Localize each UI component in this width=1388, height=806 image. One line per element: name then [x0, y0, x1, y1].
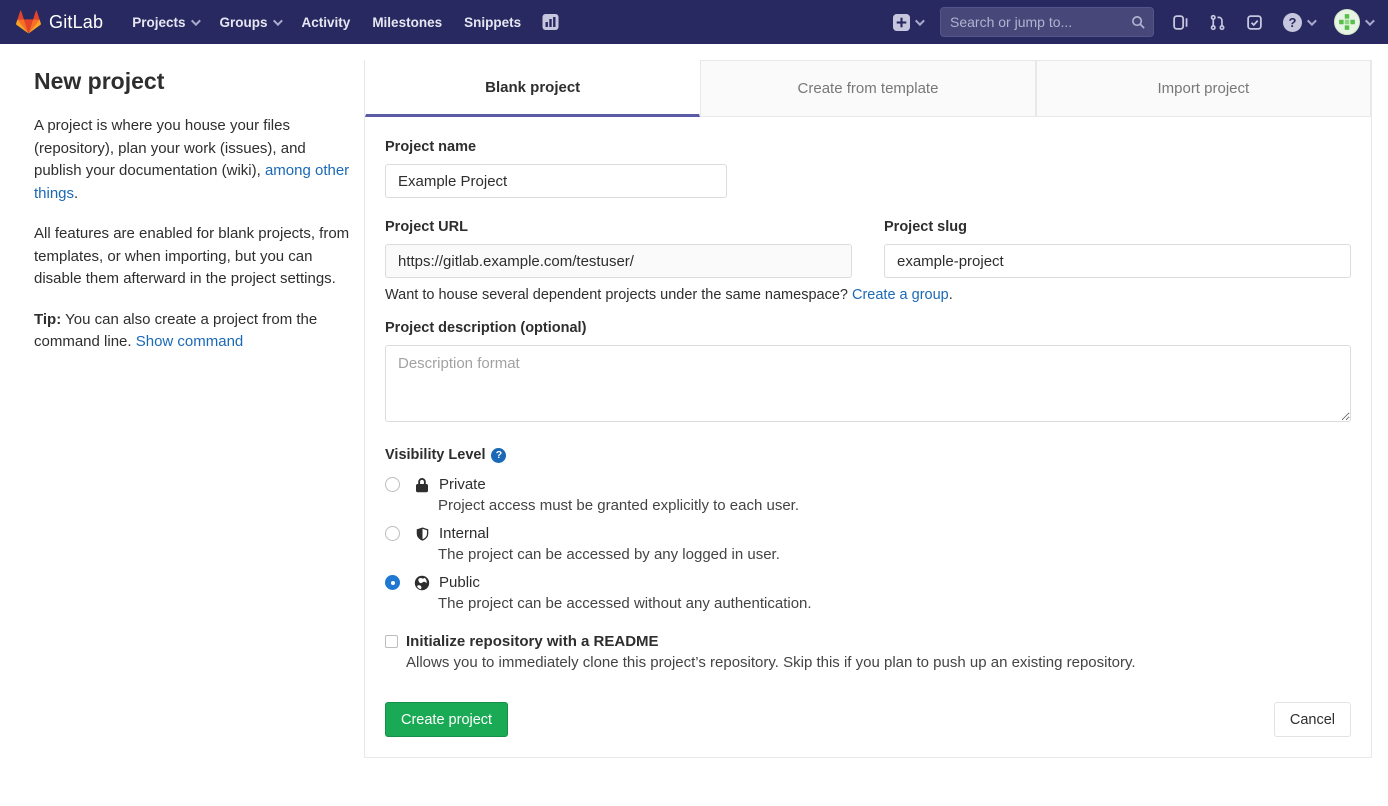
visibility-level-header: Visibility Level ? — [385, 447, 1351, 463]
issues-button[interactable] — [1162, 0, 1199, 44]
blank-project-form: Project name Project URL Project slug Wa… — [365, 117, 1371, 757]
visibility-option-desc: The project can be accessed without any … — [438, 595, 1351, 612]
chevron-down-icon — [272, 16, 282, 26]
nav-item-snippets[interactable]: Snippets — [453, 0, 532, 44]
todos-button[interactable] — [1236, 0, 1273, 44]
navbar-right: ? — [883, 0, 1372, 44]
visibility-option-public: Public The project can be accessed witho… — [385, 574, 1351, 612]
sidebar-tip: Tip: You can also create a project from … — [34, 309, 354, 354]
radio-internal[interactable] — [385, 526, 400, 541]
help-icon: ? — [1283, 13, 1302, 32]
visibility-help-icon[interactable]: ? — [491, 448, 506, 463]
user-menu-button[interactable] — [1324, 0, 1372, 44]
nav-item-label: Milestones — [372, 15, 442, 30]
todo-check-icon — [1246, 14, 1263, 31]
visibility-option-internal: Internal The project can be accessed by … — [385, 525, 1351, 563]
top-navbar: GitLab Projects Groups Activity Mileston… — [0, 0, 1388, 44]
nav-item-milestones[interactable]: Milestones — [361, 0, 453, 44]
visibility-option-desc: Project access must be granted explicitl… — [438, 497, 1351, 514]
readme-label: Initialize repository with a README — [406, 633, 659, 650]
hint-suffix: . — [949, 287, 953, 303]
namespace-hint: Want to house several dependent projects… — [385, 287, 1351, 303]
chevron-down-icon — [1307, 16, 1317, 26]
chevron-down-icon — [190, 16, 200, 26]
shield-icon — [414, 526, 430, 542]
navbar-left: GitLab Projects Groups Activity Mileston… — [16, 0, 569, 44]
chevron-down-icon — [1365, 16, 1375, 26]
url-slug-row: Project URL Project slug — [385, 219, 1351, 278]
tab-create-from-template[interactable]: Create from template — [700, 60, 1035, 117]
sidebar-paragraph-2: All features are enabled for blank proje… — [34, 223, 354, 291]
readme-checkbox[interactable] — [385, 635, 398, 648]
avatar — [1334, 9, 1360, 35]
project-slug-group: Project slug — [884, 219, 1351, 278]
readme-section: Initialize repository with a README Allo… — [385, 633, 1351, 671]
form-actions: Create project Cancel — [385, 702, 1351, 737]
cancel-button[interactable]: Cancel — [1274, 702, 1351, 737]
readme-desc: Allows you to immediately clone this pro… — [406, 654, 1351, 671]
visibility-public-radio-row[interactable]: Public — [385, 574, 1351, 591]
visibility-option-name: Internal — [439, 525, 489, 542]
tab-blank-project[interactable]: Blank project — [365, 60, 700, 117]
visibility-option-private: Private Project access must be granted e… — [385, 476, 1351, 514]
tab-import-project[interactable]: Import project — [1036, 60, 1371, 117]
project-url-group: Project URL — [385, 219, 852, 278]
project-slug-input[interactable] — [884, 244, 1351, 278]
radio-private[interactable] — [385, 477, 400, 492]
page-content: New project A project is where you house… — [0, 44, 1388, 758]
visibility-option-name: Public — [439, 574, 480, 591]
project-url-namespace-select[interactable] — [385, 244, 852, 278]
readme-checkbox-row[interactable]: Initialize repository with a README — [385, 633, 1351, 650]
visibility-level-label: Visibility Level — [385, 447, 485, 463]
radio-public[interactable] — [385, 575, 400, 590]
search-icon — [1131, 15, 1146, 30]
project-name-input[interactable] — [385, 164, 727, 198]
lock-icon — [414, 477, 430, 493]
brand-name: GitLab — [49, 12, 103, 33]
global-search[interactable] — [940, 7, 1154, 37]
chart-icon — [542, 14, 559, 30]
gitlab-tanuki-logo-icon — [16, 10, 41, 34]
visibility-internal-radio-row[interactable]: Internal — [385, 525, 1351, 542]
project-url-label: Project URL — [385, 219, 852, 235]
globe-icon — [414, 575, 430, 591]
nav-item-label: Snippets — [464, 15, 521, 30]
hint-text: Want to house several dependent projects… — [385, 287, 852, 303]
search-input[interactable] — [950, 14, 1131, 30]
page-title: New project — [34, 68, 354, 95]
project-description-textarea[interactable] — [385, 345, 1351, 422]
project-description-label: Project description (optional) — [385, 320, 1351, 336]
create-project-button[interactable]: Create project — [385, 702, 508, 737]
tip-label: Tip: — [34, 311, 61, 328]
gitlab-home-link[interactable]: GitLab — [16, 10, 103, 34]
nav-item-projects[interactable]: Projects — [121, 0, 208, 44]
visibility-private-radio-row[interactable]: Private — [385, 476, 1351, 493]
new-project-sidebar: New project A project is where you house… — [34, 60, 364, 372]
nav-item-label: Projects — [132, 15, 185, 30]
plus-icon — [893, 14, 910, 31]
instance-statistics-button[interactable] — [532, 0, 569, 44]
merge-request-icon — [1209, 14, 1226, 31]
nav-item-label: Activity — [302, 15, 351, 30]
nav-item-activity[interactable]: Activity — [291, 0, 362, 44]
issues-icon — [1172, 14, 1189, 31]
project-type-tabs: Blank project Create from template Impor… — [365, 60, 1371, 117]
help-menu-button[interactable]: ? — [1273, 0, 1324, 44]
project-slug-label: Project slug — [884, 219, 1351, 235]
create-a-group-link[interactable]: Create a group — [852, 287, 949, 303]
visibility-option-desc: The project can be accessed by any logge… — [438, 546, 1351, 563]
project-name-label: Project name — [385, 139, 1351, 155]
nav-item-label: Groups — [220, 15, 268, 30]
nav-item-groups[interactable]: Groups — [209, 0, 291, 44]
new-menu-button[interactable] — [883, 0, 932, 44]
sidebar-paragraph-1: A project is where you house your files … — [34, 115, 354, 205]
paragraph-text: . — [74, 185, 78, 202]
new-project-panel: Blank project Create from template Impor… — [364, 60, 1372, 758]
visibility-option-name: Private — [439, 476, 486, 493]
merge-requests-button[interactable] — [1199, 0, 1236, 44]
chevron-down-icon — [915, 16, 925, 26]
show-command-link[interactable]: Show command — [136, 333, 244, 350]
